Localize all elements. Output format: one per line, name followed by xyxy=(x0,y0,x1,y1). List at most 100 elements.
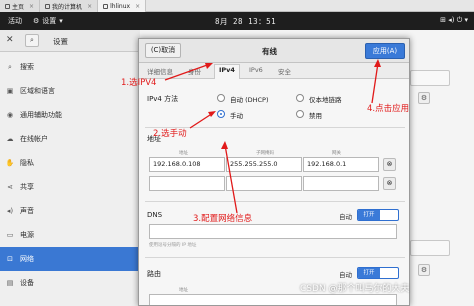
dns-label: DNS xyxy=(147,211,163,219)
network-icon: ⊡ xyxy=(7,255,13,263)
annotation-step1: 1.选IPV4 xyxy=(121,78,157,88)
radio-auto-dhcp[interactable] xyxy=(217,94,225,102)
privacy-hand-icon: ✋ xyxy=(5,159,15,167)
home-icon xyxy=(5,3,10,9)
netmask-input-empty[interactable] xyxy=(226,176,302,191)
radio-disabled[interactable] xyxy=(296,110,304,118)
power-icon: ▭ xyxy=(6,231,14,239)
tab-security[interactable]: 安全 xyxy=(278,66,291,76)
dns-auto-toggle[interactable]: 打开 xyxy=(357,209,399,221)
netmask-input[interactable]: 255.255.255.0 xyxy=(226,157,302,172)
devices-icon: ▤ xyxy=(6,279,14,287)
settings-sidebar: ⌕ 搜索 ▣ 区域和语言 ◉ 通用辅助功能 ☁ 在线帐户 ✋ 隐私 ⋖ 共享 ◂) 声音 ▭ 电… xyxy=(0,52,140,306)
activities-button[interactable]: 活动 xyxy=(8,16,22,26)
sidebar-item-network[interactable]: ⊡ 网络 xyxy=(0,247,140,271)
sidebar-item-online-accounts[interactable]: ☁ 在线帐户 xyxy=(0,127,140,151)
col-netmask: 子网掩码 xyxy=(256,151,274,156)
speaker-icon: ◂) xyxy=(6,207,14,215)
close-icon[interactable]: × xyxy=(87,3,92,10)
dialog-tabs: 详细信息 身份 IPv4 IPv6 安全 xyxy=(139,63,409,79)
route-auto-toggle[interactable]: 打开 xyxy=(357,267,399,279)
gateway-input-empty[interactable] xyxy=(303,176,379,191)
dialog-header: (C)取消 有线 应用(A) xyxy=(139,39,409,63)
network-row-bg xyxy=(410,70,450,86)
tab-ipv4[interactable]: IPv4 xyxy=(214,64,240,79)
route-auto-label: 自动 xyxy=(339,271,352,279)
watermark: CSDN @那个叫马尔的大夫 xyxy=(300,284,410,294)
gear-icon: ⚙ xyxy=(33,17,40,25)
computer-icon xyxy=(45,3,51,9)
settings-header: ✕ ⌕ 设置 xyxy=(0,30,140,52)
host-tab-bar: 主页 × 我的计算机 × lhlinux × xyxy=(0,0,474,12)
annotation-step2: 2.选手动 xyxy=(153,129,187,139)
radio-manual[interactable] xyxy=(217,110,225,118)
settings-menu[interactable]: 设置 xyxy=(42,16,56,26)
close-icon[interactable]: × xyxy=(135,3,140,10)
delete-icon: ⊗ xyxy=(386,179,393,187)
gear-icon: ⚙ xyxy=(420,266,428,274)
tab-details[interactable]: 详细信息 xyxy=(147,66,173,76)
screen: 主页 × 我的计算机 × lhlinux × 活动 ⚙ 设置 ▾ 8月 28 13：51 ⊞… xyxy=(0,0,474,306)
sidebar-item-region[interactable]: ▣ 区域和语言 xyxy=(0,79,140,103)
delete-icon: ⊗ xyxy=(386,160,393,168)
apply-button[interactable]: 应用(A) xyxy=(365,43,405,59)
sidebar-item-privacy[interactable]: ✋ 隐私 xyxy=(0,151,140,175)
host-tab-my-computer[interactable]: 我的计算机 × xyxy=(40,0,99,12)
sidebar-item-accessibility[interactable]: ◉ 通用辅助功能 xyxy=(0,103,140,127)
vm-icon xyxy=(103,3,109,9)
system-tray-icon[interactable]: ⊞ ◂) ⏻ ▾ xyxy=(440,16,468,25)
tab-identity[interactable]: 身份 xyxy=(188,66,201,76)
accessibility-icon: ◉ xyxy=(6,111,14,119)
route-input[interactable] xyxy=(149,294,397,305)
host-tab-home[interactable]: 主页 × xyxy=(0,0,41,12)
ipv4-method-label: IPv4 方法 xyxy=(147,95,179,103)
close-icon[interactable]: × xyxy=(29,3,34,10)
network-row-bg xyxy=(410,240,450,256)
radio-link-local[interactable] xyxy=(296,94,304,102)
dialog-title: 有线 xyxy=(262,47,277,56)
search-icon: ⌕ xyxy=(8,62,12,71)
dns-input[interactable] xyxy=(149,224,397,239)
address-input[interactable]: 192.168.0.108 xyxy=(149,157,225,172)
radio-disabled-label: 禁用 xyxy=(309,112,322,120)
search-icon: ⌕ xyxy=(30,36,34,44)
gnome-top-bar: 活动 ⚙ 设置 ▾ 8月 28 13：51 ⊞ ◂) ⏻ ▾ xyxy=(0,12,474,30)
divider xyxy=(145,201,405,202)
sidebar-item-devices[interactable]: ▤ 设备 xyxy=(0,271,140,295)
radio-auto-dhcp-label: 自动 (DHCP) xyxy=(230,96,269,104)
camera-icon: ▣ xyxy=(6,87,14,95)
gear-button[interactable]: ⚙ xyxy=(418,92,430,104)
chevron-down-icon: ▾ xyxy=(59,17,63,25)
sidebar-item-sound[interactable]: ◂) 声音 xyxy=(0,199,140,223)
tab-ipv6[interactable]: IPv6 xyxy=(249,66,263,74)
wired-settings-dialog: (C)取消 有线 应用(A) 详细信息 身份 IPv4 IPv6 安全 IPv4… xyxy=(138,38,410,306)
radio-link-local-label: 仅本地链路 xyxy=(309,96,342,104)
dns-hint: 使用逗号分隔的 IP 地址 xyxy=(149,243,197,248)
gear-button[interactable]: ⚙ xyxy=(418,264,430,276)
sidebar-item-power[interactable]: ▭ 电源 xyxy=(0,223,140,247)
tools-icon: ✕ xyxy=(6,35,14,45)
annotation-step3: 3.配置网络信息 xyxy=(193,214,253,224)
online-accounts-icon: ☁ xyxy=(6,135,14,143)
search-button[interactable]: ⌕ xyxy=(25,34,39,47)
cancel-button[interactable]: (C)取消 xyxy=(145,43,181,58)
dns-auto-label: 自动 xyxy=(339,213,352,221)
sidebar-item-search[interactable]: ⌕ 搜索 xyxy=(0,55,140,79)
delete-address-button[interactable]: ⊗ xyxy=(383,158,396,171)
annotation-step4: 4.点击应用 xyxy=(367,104,410,114)
radio-manual-label: 手动 xyxy=(230,112,243,120)
col-address: 地址 xyxy=(179,151,188,156)
delete-address-button[interactable]: ⊗ xyxy=(383,177,396,190)
route-col-address: 地址 xyxy=(179,288,188,293)
sidebar-item-sharing[interactable]: ⋖ 共享 xyxy=(0,175,140,199)
share-icon: ⋖ xyxy=(7,183,13,191)
clock[interactable]: 8月 28 13：51 xyxy=(215,16,276,27)
gear-icon: ⚙ xyxy=(420,94,428,102)
divider xyxy=(145,257,405,258)
host-tab-vm[interactable]: lhlinux × xyxy=(98,0,147,12)
col-gateway: 网关 xyxy=(332,151,341,156)
gateway-input[interactable]: 192.168.0.1 xyxy=(303,157,379,172)
settings-title: 设置 xyxy=(53,37,68,46)
address-input-empty[interactable] xyxy=(149,176,225,191)
route-label: 路由 xyxy=(147,270,161,278)
